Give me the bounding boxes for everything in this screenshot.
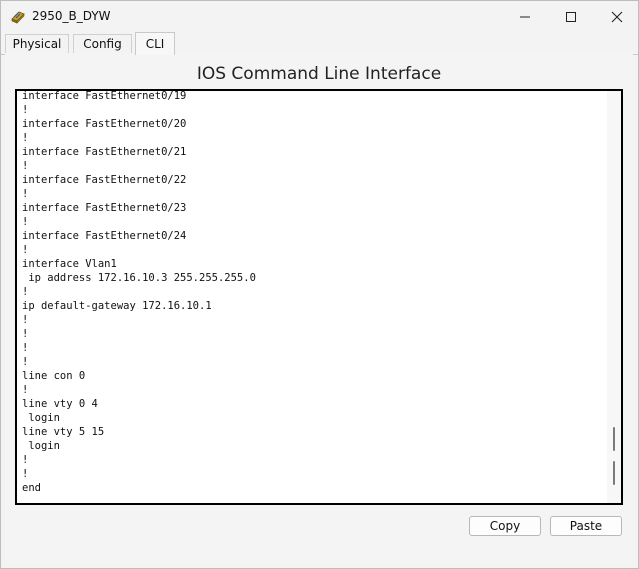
console-line: !: [22, 160, 29, 172]
tab-bar: Physical Config CLI: [1, 32, 638, 55]
app-window: 2950_B_DYW Physical Config CLI IOS Comma…: [0, 0, 639, 569]
console-line: !: [22, 342, 29, 354]
cli-console[interactable]: interface FastEthernet0/19! interface Fas…: [15, 89, 623, 505]
console-line: !: [22, 104, 29, 116]
console-line: !: [22, 188, 29, 200]
console-line: end: [22, 482, 41, 494]
console-line: ip address 172.16.10.3 255.255.255.0: [22, 272, 256, 284]
console-line: interface FastEthernet0/20: [22, 118, 187, 130]
maximize-button[interactable]: [548, 1, 594, 32]
scrollbar-thumb-lower[interactable]: [613, 461, 615, 485]
title-bar[interactable]: 2950_B_DYW: [1, 1, 638, 32]
console-line: interface FastEthernet0/22: [22, 174, 187, 186]
console-line: interface FastEthernet0/24: [22, 230, 187, 242]
console-line: !: [22, 468, 29, 480]
tab-physical[interactable]: Physical: [5, 34, 69, 53]
console-line: !: [22, 314, 29, 326]
console-line: interface Vlan1: [22, 258, 117, 270]
console-line: interface FastEthernet0/23: [22, 202, 187, 214]
minimize-button[interactable]: [502, 1, 548, 32]
console-line: line vty 0 4: [22, 398, 98, 410]
console-line: !: [22, 384, 29, 396]
tab-config[interactable]: Config: [73, 34, 132, 53]
console-output: interface FastEthernet0/19! interface Fas…: [22, 90, 256, 495]
console-line: line con 0: [22, 370, 86, 382]
cli-heading: IOS Command Line Interface: [196, 64, 442, 84]
window-title: 2950_B_DYW: [32, 9, 111, 23]
close-button[interactable]: [594, 1, 639, 32]
console-line: !: [22, 356, 29, 368]
console-scrollbar[interactable]: [607, 91, 621, 503]
console-line: !: [22, 454, 29, 466]
console-line: !: [22, 244, 29, 256]
cli-panel: IOS Command Line Interface interface Fas…: [5, 54, 633, 564]
paste-button[interactable]: Paste: [550, 516, 622, 536]
tab-cli[interactable]: CLI: [135, 32, 175, 55]
maximize-icon: [566, 11, 576, 22]
console-line: !: [22, 328, 29, 340]
console-line: !: [22, 132, 29, 144]
scrollbar-thumb[interactable]: [613, 427, 615, 451]
console-line: interface FastEthernet0/19: [22, 90, 187, 102]
network-device-icon: [10, 8, 26, 24]
console-line: ip default-gateway 172.16.10.1: [22, 300, 212, 312]
console-line: !: [22, 216, 29, 228]
minimize-icon: [520, 16, 530, 17]
console-line: login: [22, 440, 60, 452]
copy-button[interactable]: Copy: [469, 516, 541, 536]
console-line: !: [22, 286, 29, 298]
console-line: interface FastEthernet0/21: [22, 146, 187, 158]
close-icon: [611, 11, 623, 22]
console-line: line vty 5 15: [22, 426, 105, 438]
console-line: login: [22, 412, 60, 424]
